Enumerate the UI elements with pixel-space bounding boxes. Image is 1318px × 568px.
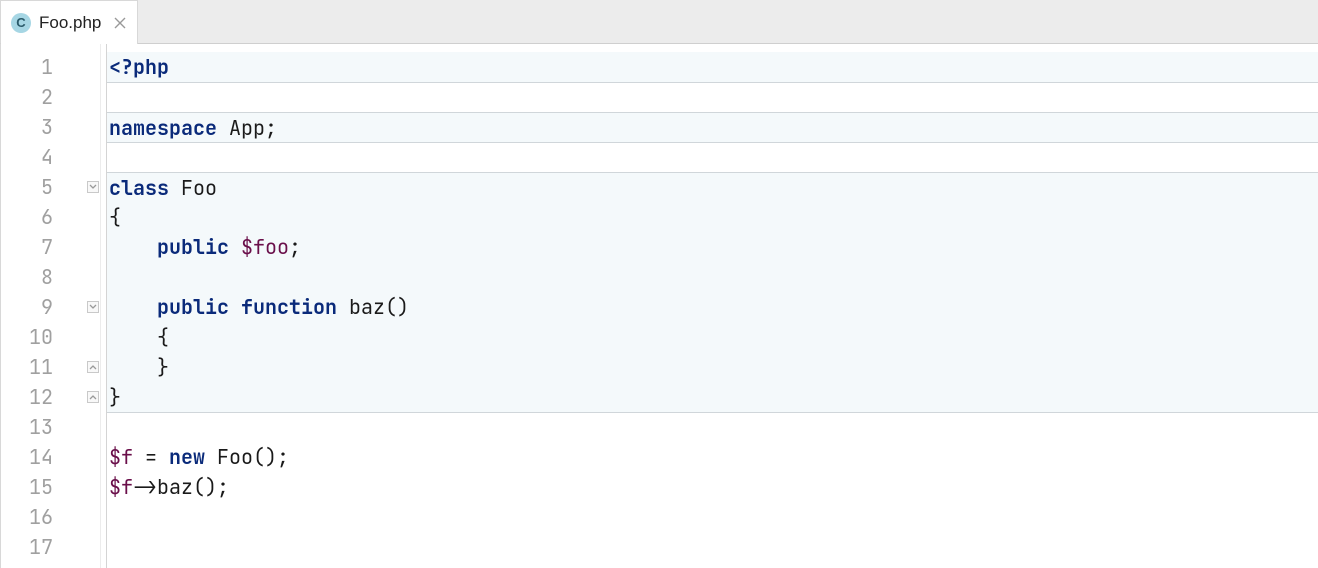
line-number: 6: [1, 202, 53, 232]
tab-bar: C Foo.php: [0, 0, 1318, 44]
line-number: 8: [1, 262, 53, 292]
line-number: 5: [1, 172, 53, 202]
line-number: 3: [1, 112, 53, 142]
line-number-gutter: 1 2 3 4 5 6 7 8 9 10 11 12 13 14 15 16 1…: [1, 44, 85, 568]
fold-collapse-icon[interactable]: [87, 181, 99, 193]
line-number: 7: [1, 232, 53, 262]
code-line: [107, 142, 1318, 172]
php-class-icon: C: [11, 13, 31, 33]
code-line: class Foo: [107, 172, 1318, 202]
code-line: [107, 262, 1318, 292]
code-area[interactable]: <?php namespace App; class Foo { public …: [107, 44, 1318, 568]
line-number: 17: [1, 532, 53, 562]
code-line: }: [107, 382, 1318, 412]
line-number: 15: [1, 472, 53, 502]
code-editor[interactable]: 1 2 3 4 5 6 7 8 9 10 11 12 13 14 15 16 1…: [0, 44, 1318, 568]
line-number: 1: [1, 52, 53, 82]
code-line: [107, 502, 1318, 532]
fold-expand-icon[interactable]: [87, 391, 99, 403]
fold-column: [85, 44, 101, 568]
code-line: {: [107, 202, 1318, 232]
fold-expand-icon[interactable]: [87, 361, 99, 373]
line-number: 11: [1, 352, 53, 382]
code-line: public $foo;: [107, 232, 1318, 262]
code-line: }: [107, 352, 1318, 382]
line-number: 10: [1, 322, 53, 352]
code-line: [107, 82, 1318, 112]
code-line: {: [107, 322, 1318, 352]
line-number: 14: [1, 442, 53, 472]
line-number: 4: [1, 142, 53, 172]
code-line: $f->baz();: [107, 472, 1318, 502]
code-line: $f = new Foo();: [107, 442, 1318, 472]
close-icon[interactable]: [113, 16, 127, 30]
code-line: [107, 412, 1318, 442]
line-number: 9: [1, 292, 53, 322]
fold-collapse-icon[interactable]: [87, 301, 99, 313]
line-number: 16: [1, 502, 53, 532]
line-number: 12: [1, 382, 53, 412]
code-line: namespace App;: [107, 112, 1318, 142]
editor-tab[interactable]: C Foo.php: [1, 0, 138, 44]
code-line: public function baz(): [107, 292, 1318, 322]
tab-filename: Foo.php: [39, 13, 101, 33]
code-line: <?php: [107, 52, 1318, 82]
code-line: [107, 532, 1318, 562]
line-number: 2: [1, 82, 53, 112]
line-number: 13: [1, 412, 53, 442]
